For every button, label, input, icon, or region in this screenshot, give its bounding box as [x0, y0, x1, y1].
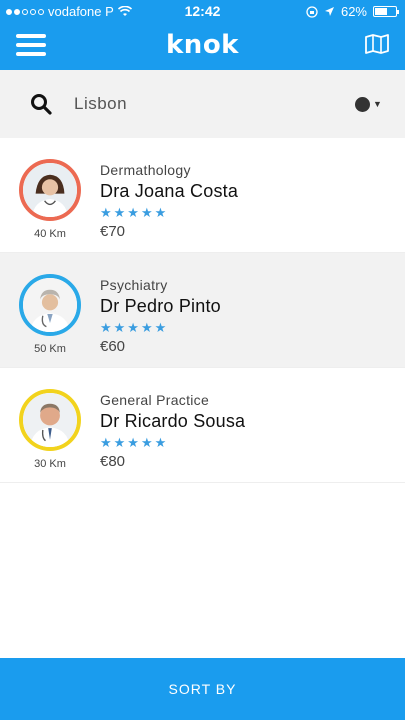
doctor-card[interactable]: 50 Km Psychiatry Dr Pedro Pinto ★★★★★ €6… [0, 253, 405, 368]
location-dropdown[interactable]: ▼ [355, 95, 385, 113]
location-dot-icon [355, 96, 370, 112]
rotation-lock-icon [306, 5, 318, 18]
rating-stars: ★★★★★ [100, 320, 169, 335]
doctor-name: Dr Pedro Pinto [100, 296, 221, 316]
doctor-card[interactable]: 40 Km Dermathology Dra Joana Costa ★★★★★… [0, 138, 405, 253]
doctor-card[interactable]: 30 Km General Practice Dr Ricardo Sousa … [0, 368, 405, 483]
distance-label: 30 Km [34, 458, 66, 470]
rating-stars: ★★★★★ [100, 205, 169, 220]
doctor-photo-icon [23, 278, 77, 332]
doctor-avatar [19, 389, 81, 451]
chevron-down-icon: ▼ [373, 99, 382, 109]
doctor-photo-icon [23, 393, 77, 447]
doctor-photo-icon [23, 163, 77, 217]
search-icon[interactable] [30, 93, 52, 115]
price-label: €80 [100, 453, 126, 470]
doctor-avatar [19, 274, 81, 336]
status-bar: vodafone P 12:42 62% [0, 0, 405, 22]
location-arrow-icon [324, 7, 334, 16]
doctor-name: Dra Joana Costa [100, 181, 239, 201]
specialty-label: General Practice [100, 392, 210, 408]
specialty-label: Psychiatry [100, 277, 168, 293]
status-right: 62% [306, 4, 399, 19]
doctor-list: 40 Km Dermathology Dra Joana Costa ★★★★★… [0, 138, 405, 483]
app-header: vodafone P 12:42 62% knok [0, 0, 405, 70]
sort-by-button[interactable]: SORT BY [0, 658, 405, 720]
distance-label: 50 Km [34, 343, 66, 355]
search-input[interactable] [66, 90, 326, 118]
battery-percent: 62% [340, 4, 367, 19]
battery-icon [373, 6, 399, 17]
rating-stars: ★★★★★ [100, 435, 169, 450]
specialty-label: Dermathology [100, 162, 191, 178]
search-bar: ▼ [0, 70, 405, 138]
distance-label: 40 Km [34, 228, 66, 240]
price-label: €60 [100, 338, 126, 355]
app-logo: knok [166, 30, 239, 60]
doctor-avatar [19, 159, 81, 221]
price-label: €70 [100, 223, 126, 240]
doctor-name: Dr Ricardo Sousa [100, 411, 246, 431]
map-icon[interactable] [365, 34, 389, 54]
